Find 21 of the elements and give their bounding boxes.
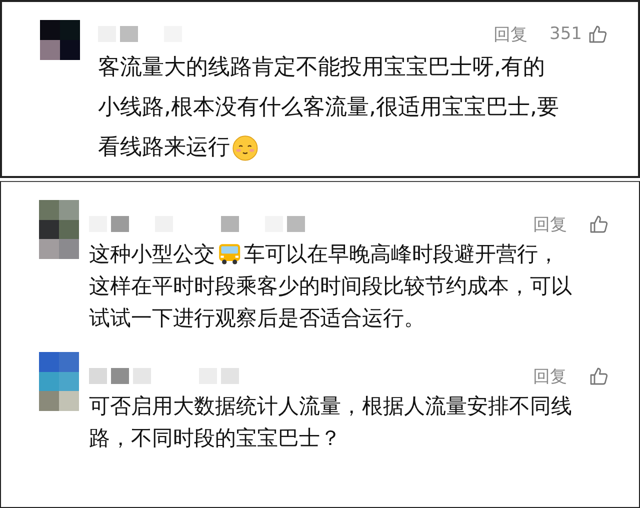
avatar-icon[interactable] <box>39 200 79 258</box>
reply-link[interactable]: 回复 <box>494 22 528 46</box>
comment-text: 路，不同时段的宝宝巴士？ <box>89 425 341 452</box>
smiley-icon <box>232 134 258 162</box>
reply-link[interactable]: 回复 <box>533 212 567 236</box>
like-count: 351 <box>550 24 582 44</box>
comment-text: 客流量大的线路肯定不能投用宝宝巴士呀,有的 <box>98 54 545 82</box>
thumbs-up-icon[interactable] <box>588 24 608 44</box>
comment-text: 这种小型公交 <box>89 241 215 268</box>
thumbs-up-icon[interactable] <box>589 366 609 386</box>
thumbs-up-icon[interactable] <box>589 214 609 234</box>
comment-text: 试试一下进行观察后是否适合运行。 <box>89 305 425 332</box>
avatar-icon[interactable] <box>40 20 80 60</box>
comment-text: 小线路,根本没有什么客流量,很适用宝宝巴士,要 <box>98 94 559 122</box>
reply-link[interactable]: 回复 <box>533 364 567 388</box>
comment-text: 这样在平时时段乘客少的时间段比较节约成本，可以 <box>89 273 572 300</box>
avatar-icon[interactable] <box>39 352 79 410</box>
comment-text: 看线路来运行 <box>98 134 230 162</box>
comment-text: 车可以在早晚高峰时段避开营行， <box>244 241 560 268</box>
bus-icon <box>217 241 242 267</box>
comment-text: 可否启用大数据统计人流量，根据人流量安排不同线 <box>89 393 572 420</box>
